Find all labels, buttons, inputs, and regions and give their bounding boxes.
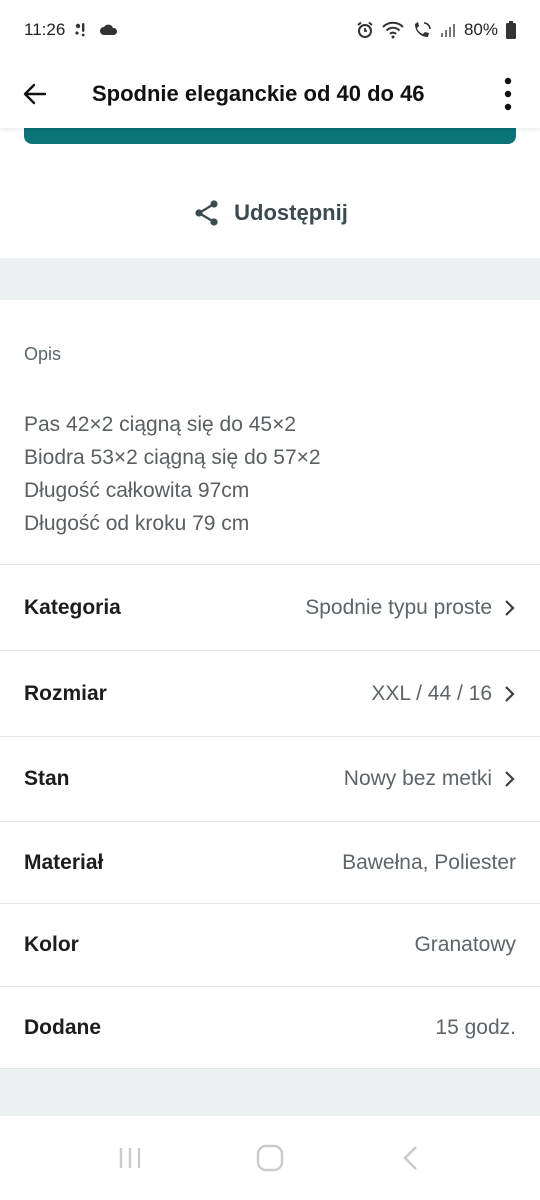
detail-label: Materiał xyxy=(24,850,104,874)
detail-value-text: Nowy bez metki xyxy=(343,767,492,790)
description-line: Biodra 53×2 ciągną się do 57×2 xyxy=(24,446,321,469)
detail-row-condition[interactable]: Stan Nowy bez metki xyxy=(0,736,540,821)
battery-percent: 80% xyxy=(463,20,498,39)
cloud-icon xyxy=(99,22,119,38)
chevron-right-icon xyxy=(505,685,515,702)
detail-value-text: Spodnie typu proste xyxy=(305,595,492,619)
signal-icon xyxy=(440,22,456,38)
back-button[interactable] xyxy=(0,60,70,128)
description-line: Długość całkowita 97cm xyxy=(24,479,250,502)
detail-row-color: Kolor Granatowy xyxy=(0,903,540,986)
detail-value: Spodnie typu proste xyxy=(305,596,516,620)
alarm-icon xyxy=(356,21,374,39)
recent-apps-button[interactable] xyxy=(100,1128,160,1188)
detail-value: XXL / 44 / 16 xyxy=(371,682,516,706)
more-vertical-icon xyxy=(504,77,512,111)
battery-icon xyxy=(506,21,516,39)
detail-label: Kolor xyxy=(24,933,79,956)
wifi-icon xyxy=(382,21,404,39)
description-text: Pas 42×2 ciągną się do 45×2 Biodra 53×2 … xyxy=(24,408,321,540)
notification-icon xyxy=(73,21,91,39)
app-bar: Spodnie eleganckie od 40 do 46 xyxy=(0,60,540,128)
detail-value: Bawełna, Poliester xyxy=(342,851,516,875)
detail-row-material: Materiał Bawełna, Poliester xyxy=(0,821,540,903)
wifi-calling-icon xyxy=(412,21,432,39)
page-title: Spodnie eleganckie od 40 do 46 xyxy=(92,81,425,106)
status-left: 11:26 xyxy=(24,20,119,40)
section-separator xyxy=(0,258,540,300)
description-label: Opis xyxy=(24,344,62,364)
detail-value: 15 godz. xyxy=(435,1016,516,1040)
detail-value-text: 15 godz. xyxy=(435,1015,516,1039)
detail-label: Dodane xyxy=(24,1015,102,1039)
detail-row-added: Dodane 15 godz. xyxy=(0,986,540,1068)
detail-row-category[interactable]: Kategoria Spodnie typu proste xyxy=(0,564,540,650)
detail-row-size[interactable]: Rozmiar XXL / 44 / 16 xyxy=(0,650,540,736)
share-label: Udostępnij xyxy=(234,200,348,225)
detail-value: Granatowy xyxy=(414,933,516,957)
system-nav-bar xyxy=(0,1116,540,1200)
arrow-left-icon xyxy=(23,83,47,105)
detail-label: Rozmiar xyxy=(24,681,107,705)
home-button[interactable] xyxy=(240,1128,300,1188)
share-icon xyxy=(195,200,218,226)
description-line: Długość od kroku 79 cm xyxy=(24,512,250,535)
chevron-right-icon xyxy=(505,599,515,616)
description-line: Pas 42×2 ciągną się do 45×2 xyxy=(24,413,297,436)
status-bar: 11:26 80% xyxy=(0,0,540,60)
chevron-right-icon xyxy=(505,771,515,787)
recent-apps-icon xyxy=(119,1148,141,1168)
section-separator xyxy=(0,1068,540,1116)
status-right: 80% xyxy=(356,20,516,40)
share-button[interactable]: Udostępnij xyxy=(0,188,540,238)
system-back-button[interactable] xyxy=(380,1128,440,1188)
detail-value: Nowy bez metki xyxy=(344,767,516,791)
more-options-button[interactable] xyxy=(476,60,540,128)
home-icon xyxy=(256,1144,284,1172)
status-time: 11:26 xyxy=(24,20,66,39)
detail-value-text: XXL / 44 / 16 xyxy=(371,681,492,705)
detail-label: Stan xyxy=(24,767,70,790)
detail-label: Kategoria xyxy=(24,595,121,619)
chevron-left-icon xyxy=(403,1146,417,1170)
detail-value-text: Granatowy xyxy=(414,933,516,956)
detail-value-text: Bawełna, Poliester xyxy=(342,850,516,874)
